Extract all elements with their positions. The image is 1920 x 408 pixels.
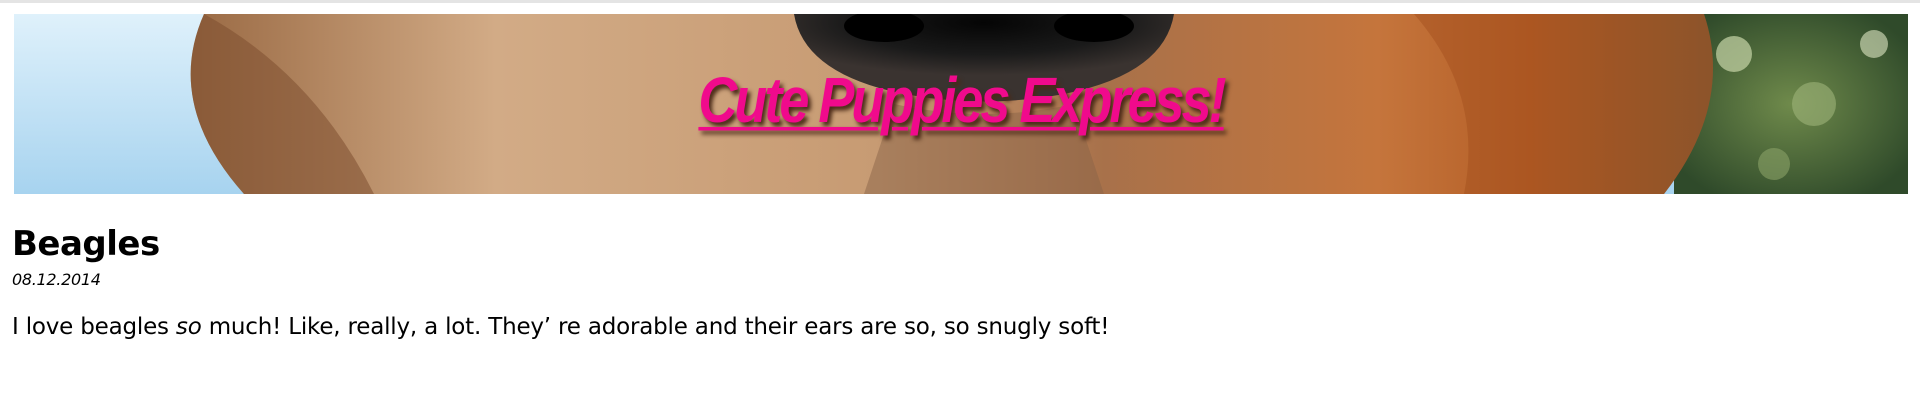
post-body-emphasis: so [175, 314, 202, 340]
post-body-text-end: much! Like, really, a lot. They’ re ador… [201, 314, 1110, 340]
post-date: 08.12.2014 [12, 270, 101, 289]
post: Beagles 08.12.2014 I love beagles so muc… [12, 222, 1892, 342]
top-border [0, 0, 1920, 3]
post-body: I love beagles so much! Like, really, a … [12, 312, 1892, 342]
post-body-text-start: I love beagles [12, 314, 176, 340]
site-title: Cute Puppies Express! [14, 69, 1908, 133]
post-title: Beagles [12, 224, 160, 264]
header-banner: Cute Puppies Express! [14, 14, 1908, 194]
site-title-link[interactable]: Cute Puppies Express! [698, 66, 1226, 137]
